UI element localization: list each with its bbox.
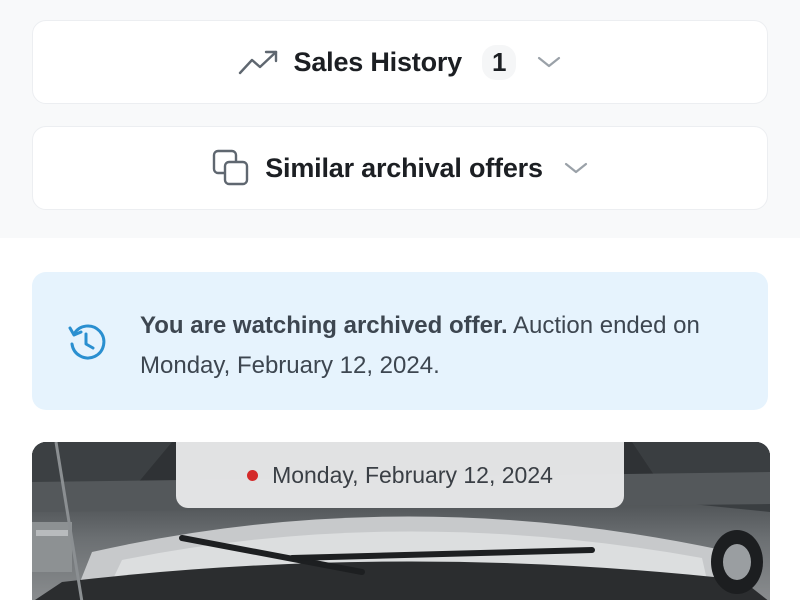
photo-date-text: Monday, February 12, 2024 [272,461,553,488]
status-dot [247,469,259,481]
archived-offer-message: You are watching archived offer. Auction… [140,306,740,386]
trending-up-icon [238,48,280,76]
archived-offer-bold: You are watching archived offer. [140,312,508,339]
sales-history-accordion[interactable]: Sales History 1 [32,20,768,104]
photo-date-badge: Monday, February 12, 2024 [176,442,624,508]
chevron-down-icon [536,54,562,70]
sales-history-title: Sales History [293,46,463,77]
similar-offers-accordion[interactable]: Similar archival offers [32,126,768,210]
sales-history-count-badge: 1 [482,44,517,80]
history-icon [66,320,110,369]
archived-offer-notice: You are watching archived offer. Auction… [32,272,768,410]
similar-offers-title: Similar archival offers [265,152,543,183]
chevron-down-icon [563,160,589,176]
copy-icon [211,148,251,188]
